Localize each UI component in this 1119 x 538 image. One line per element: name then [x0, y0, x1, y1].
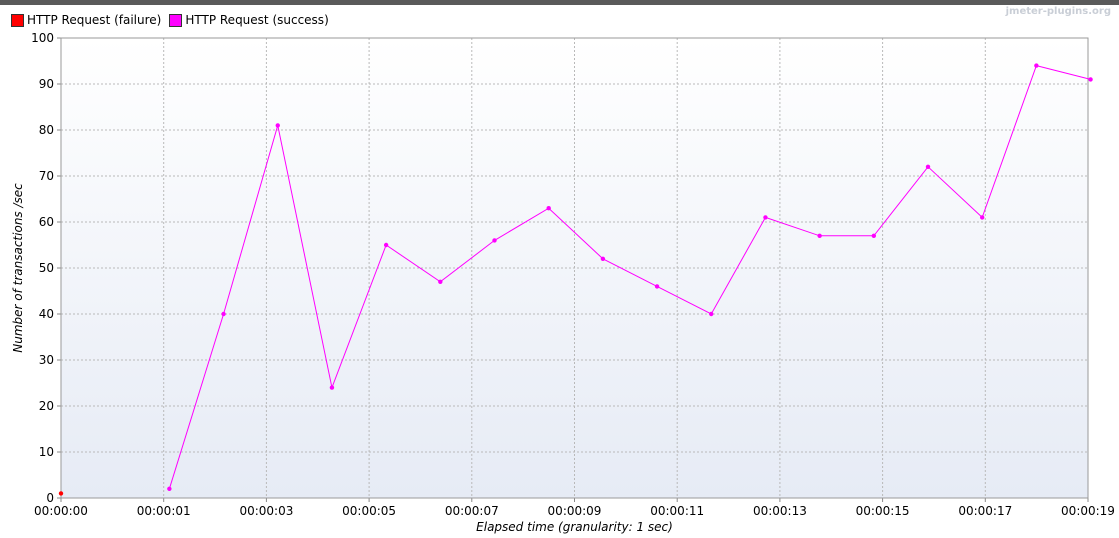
data-point: [709, 311, 714, 317]
y-tick-label: 10: [39, 445, 54, 459]
data-point: [871, 233, 877, 238]
y-axis-label: Number of transactions /sec: [11, 183, 25, 353]
x-tick-label: 00:00:13: [753, 504, 807, 518]
data-point: [546, 206, 551, 211]
data-point: [275, 123, 280, 128]
y-tick-label: 90: [39, 77, 54, 91]
data-point: [329, 385, 335, 390]
data-point: [1034, 63, 1039, 68]
y-tick-label: 50: [39, 261, 54, 275]
data-point: [817, 233, 822, 238]
data-point: [492, 238, 497, 243]
x-tick-label: 00:00:11: [650, 504, 704, 518]
x-tick-label: 00:00:01: [137, 504, 191, 518]
y-tick-label: 40: [39, 307, 54, 321]
data-point: [58, 491, 64, 496]
x-tick-label: 00:00:19: [1061, 504, 1115, 518]
data-point: [654, 284, 660, 289]
x-tick-label: 00:00:03: [239, 504, 293, 518]
y-tick-label: 80: [39, 123, 54, 137]
y-tick-label: 60: [39, 215, 54, 229]
data-point: [438, 279, 443, 284]
data-point: [763, 215, 768, 220]
data-point: [167, 486, 172, 491]
x-tick-label: 00:00:07: [445, 504, 499, 518]
x-tick-label: 00:00:09: [548, 504, 602, 518]
y-tick-label: 70: [39, 169, 54, 183]
x-tick-label: 00:00:00: [34, 504, 88, 518]
y-tick-label: 100: [31, 31, 54, 45]
x-tick-label: 00:00:17: [958, 504, 1012, 518]
y-tick-label: 20: [39, 399, 54, 413]
data-point: [221, 311, 226, 317]
data-point: [600, 256, 606, 261]
x-tick-label: 00:00:15: [856, 504, 910, 518]
x-tick-label: 00:00:05: [342, 504, 396, 518]
y-tick-label: 30: [39, 353, 54, 367]
data-point: [925, 164, 931, 169]
y-tick-label: 0: [46, 491, 54, 505]
data-point: [980, 215, 985, 220]
data-point: [383, 242, 389, 248]
line-chart: 0 10 20 30 40 50 60 70 80 90 100 00:00:00 00:00:01 00…: [11, 31, 1115, 534]
x-axis-label: Elapsed time (granularity: 1 sec): [476, 520, 673, 534]
data-point: [1088, 77, 1093, 82]
